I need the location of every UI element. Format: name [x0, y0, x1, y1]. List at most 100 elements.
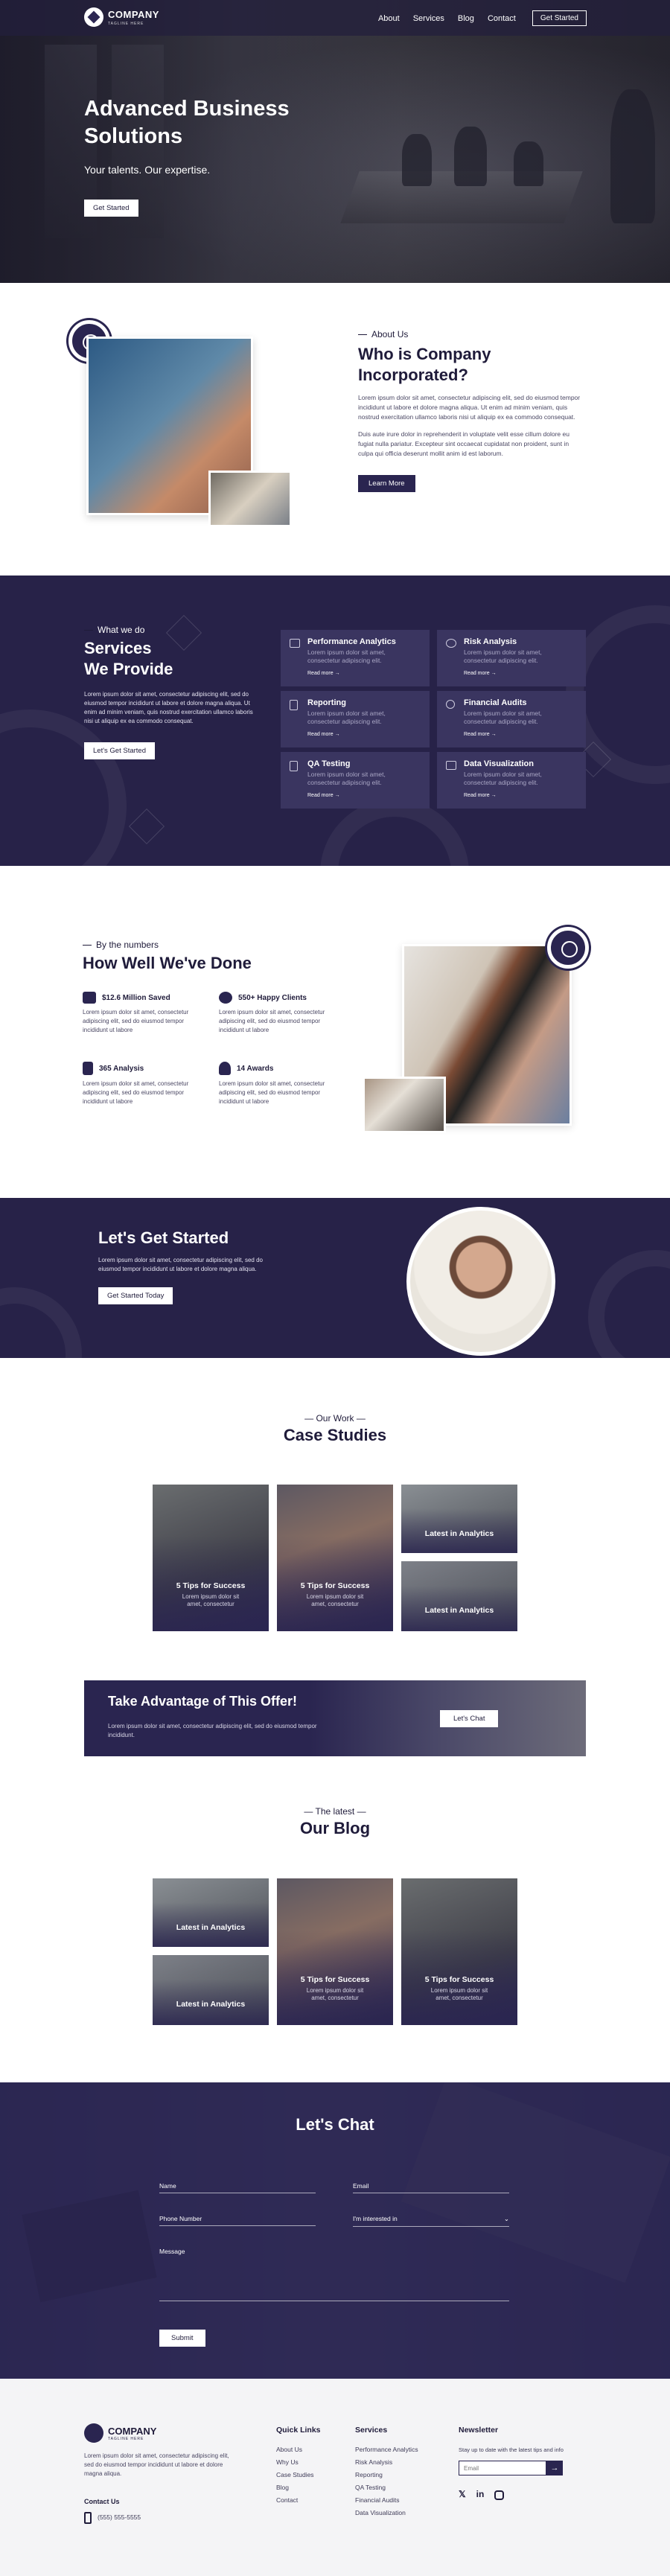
service-card-desc: Lorem ipsum dolor sit amet, consectetur … — [464, 648, 542, 664]
service-card-risk-analysis[interactable]: Risk Analysis Lorem ipsum dolor sit amet… — [437, 630, 586, 686]
blog-tile[interactable]: Latest in Analytics — [153, 1878, 269, 1947]
footer-service-link[interactable]: Risk Analysis — [355, 2456, 418, 2469]
stat-analysis: 365 Analysis Lorem ipsum dolor sit amet,… — [83, 1062, 202, 1106]
message-field[interactable]: Message — [159, 2248, 509, 2301]
service-card-title: Data Visualization — [464, 759, 534, 768]
lets-get-started-button[interactable]: Let's Get Started — [84, 742, 155, 759]
phone-field[interactable]: Phone Number — [159, 2215, 316, 2226]
footer-service-link[interactable]: QA Testing — [355, 2481, 418, 2494]
blog-eyebrow: — The latest — — [304, 1806, 366, 1817]
footer-link-about-us[interactable]: About Us — [276, 2443, 321, 2456]
blog-tile[interactable]: 5 Tips for Success Lorem ipsum dolor sit… — [401, 1878, 517, 2025]
logo[interactable]: COMPANY TAGLINE HERE — [84, 7, 159, 27]
cta-content: Let's Get Started Lorem ipsum dolor sit … — [98, 1228, 269, 1304]
service-card-title: Risk Analysis — [464, 637, 517, 646]
newsletter-heading: Newsletter — [459, 2426, 499, 2435]
email-field[interactable]: Email — [353, 2182, 509, 2193]
numbers-eyebrow: By the numbers — [83, 940, 336, 950]
logo-icon — [84, 2423, 103, 2443]
service-card-financial-audits[interactable]: Financial Audits Lorem ipsum dolor sit a… — [437, 691, 586, 747]
case-tile[interactable]: 5 Tips for Success Lorem ipsum dolor sit… — [153, 1485, 269, 1631]
tile-desc: Lorem ipsum dolor sit amet, consectetur — [306, 1987, 364, 2001]
newsletter-email-input[interactable] — [459, 2461, 546, 2475]
case-tile[interactable]: 5 Tips for Success Lorem ipsum dolor sit… — [277, 1485, 393, 1631]
service-card-reporting[interactable]: Reporting Lorem ipsum dolor sit amet, co… — [281, 691, 430, 747]
service-card-qa-testing[interactable]: QA Testing Lorem ipsum dolor sit amet, c… — [281, 752, 430, 809]
get-started-today-button[interactable]: Get Started Today — [98, 1287, 173, 1304]
read-more-link[interactable]: Read more → — [464, 671, 497, 676]
twitter-icon[interactable]: 𝕏 — [459, 2489, 466, 2500]
blog-tile[interactable]: 5 Tips for Success Lorem ipsum dolor sit… — [277, 1878, 393, 2025]
numbers-content: By the numbers How Well We've Done — [83, 940, 336, 974]
cta-title: Let's Get Started — [98, 1228, 229, 1247]
footer-link-contact[interactable]: Contact — [276, 2494, 321, 2507]
footer-phone[interactable]: (555) 555-5555 — [84, 2511, 141, 2524]
header-get-started-button[interactable]: Get Started — [532, 10, 587, 26]
cta-photo — [406, 1207, 555, 1356]
nav-services[interactable]: Services — [413, 14, 444, 23]
footer-phone-number: (555) 555-5555 — [98, 2513, 141, 2521]
read-more-link[interactable]: Read more → — [307, 793, 340, 798]
stat-awards: 14 Awards Lorem ipsum dolor sit amet, co… — [219, 1062, 338, 1106]
learn-more-button[interactable]: Learn More — [358, 475, 415, 492]
service-card-desc: Lorem ipsum dolor sit amet, consectetur … — [307, 648, 386, 664]
service-card-desc: Lorem ipsum dolor sit amet, consectetur … — [307, 710, 386, 725]
footer-quick-links: Quick Links About Us Why Us Case Studies… — [276, 2426, 321, 2507]
service-card-title: QA Testing — [307, 759, 351, 768]
services-eyebrow: What we do — [84, 625, 255, 635]
footer-service-link[interactable]: Performance Analytics — [355, 2443, 418, 2456]
read-more-link[interactable]: Read more → — [464, 793, 497, 798]
linkedin-icon[interactable]: in — [476, 2489, 485, 2500]
about-paragraph-2: Duis aute irure dolor in reprehenderit i… — [358, 430, 570, 457]
footer-service-link[interactable]: Reporting — [355, 2469, 418, 2481]
lets-chat-button[interactable]: Let's Chat — [440, 1710, 499, 1727]
footer: COMPANY TAGLINE HERE Lorem ipsum dolor s… — [0, 2379, 670, 2576]
tile-title: 5 Tips for Success — [176, 1581, 246, 1590]
tile-title: 5 Tips for Success — [300, 1581, 370, 1590]
footer-logo[interactable]: COMPANY TAGLINE HERE — [84, 2423, 156, 2443]
about-content: About Us Who is Company Incorporated? Lo… — [358, 329, 581, 492]
footer-contact-heading: Contact Us — [84, 2498, 120, 2505]
nav-about[interactable]: About — [378, 14, 400, 23]
search-icon — [446, 700, 455, 709]
footer-service-link[interactable]: Financial Audits — [355, 2494, 418, 2507]
read-more-link[interactable]: Read more → — [307, 671, 340, 676]
users-icon — [219, 992, 232, 1004]
read-more-link[interactable]: Read more → — [464, 732, 497, 737]
submit-button[interactable]: Submit — [159, 2330, 205, 2347]
footer-brand-name: COMPANY — [108, 2425, 157, 2437]
tile-title: Latest in Analytics — [176, 1923, 246, 1932]
blog-tile[interactable]: Latest in Analytics — [153, 1955, 269, 2025]
services-eyebrow-text: What we do — [98, 625, 145, 635]
hero-subtitle: Your talents. Our expertise. — [84, 164, 211, 176]
numbers-title: How Well We've Done — [83, 954, 252, 972]
about-paragraph-1: Lorem ipsum dolor sit amet, consectetur … — [358, 394, 581, 421]
tile-desc: Lorem ipsum dolor sit amet, consectetur — [430, 1987, 488, 2001]
case-tile[interactable]: Latest in Analytics — [401, 1485, 517, 1553]
arrow-right-icon[interactable]: → — [546, 2461, 563, 2475]
tile-title: Latest in Analytics — [424, 1529, 494, 1538]
case-tile[interactable]: Latest in Analytics — [401, 1561, 517, 1631]
document-icon — [290, 700, 298, 710]
stat-happy-clients: 550+ Happy Clients Lorem ipsum dolor sit… — [219, 992, 338, 1035]
footer-link-case-studies[interactable]: Case Studies — [276, 2469, 321, 2481]
interest-select[interactable]: I'm interested in ⌄ — [353, 2215, 509, 2227]
service-card-data-visualization[interactable]: Data Visualization Lorem ipsum dolor sit… — [437, 752, 586, 809]
name-field[interactable]: Name — [159, 2182, 316, 2193]
newsletter-text: Stay up to date with the latest tips and… — [459, 2446, 564, 2453]
footer-link-blog[interactable]: Blog — [276, 2481, 321, 2494]
footer-link-why-us[interactable]: Why Us — [276, 2456, 321, 2469]
instagram-icon[interactable] — [494, 2490, 505, 2500]
footer-about-text: Lorem ipsum dolor sit amet, consectetur … — [84, 2452, 229, 2477]
nav-blog[interactable]: Blog — [458, 14, 474, 23]
read-more-link[interactable]: Read more → — [307, 732, 340, 737]
hero-get-started-button[interactable]: Get Started — [84, 200, 138, 217]
footer-service-link[interactable]: Data Visualization — [355, 2507, 418, 2519]
stat-text: Lorem ipsum dolor sit amet, consectetur … — [83, 1080, 189, 1105]
service-card-performance-analytics[interactable]: Performance Analytics Lorem ipsum dolor … — [281, 630, 430, 686]
cta-text: Lorem ipsum dolor sit amet, consectetur … — [98, 1257, 263, 1272]
nav-contact[interactable]: Contact — [488, 14, 516, 23]
services-intro: What we do Services We Provide Lorem ips… — [84, 625, 255, 759]
blog-eyebrow-text: The latest — [315, 1806, 355, 1817]
about-photo-small — [208, 471, 292, 527]
